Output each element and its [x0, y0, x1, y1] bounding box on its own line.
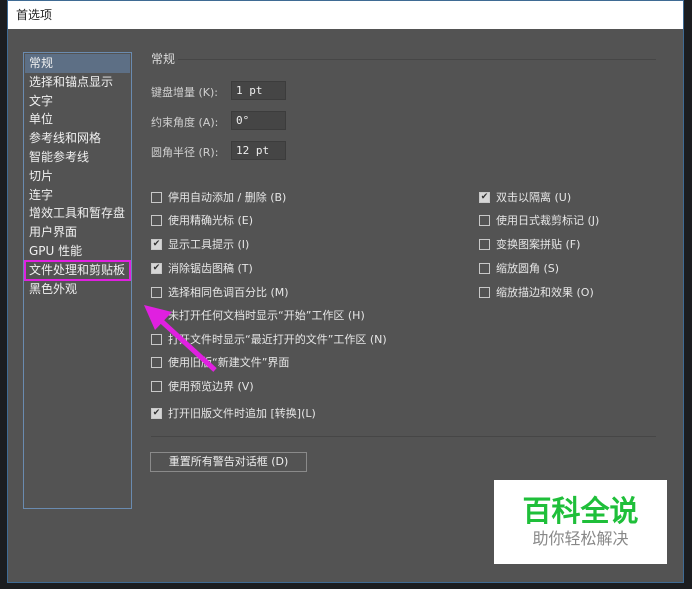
watermark-title: 百科全说: [522, 494, 639, 528]
arrow-shaft: [156, 316, 217, 372]
watermark-subtitle: 助你轻松解决: [532, 529, 629, 548]
watermark: 百科全说 助你轻松解决: [494, 480, 667, 564]
